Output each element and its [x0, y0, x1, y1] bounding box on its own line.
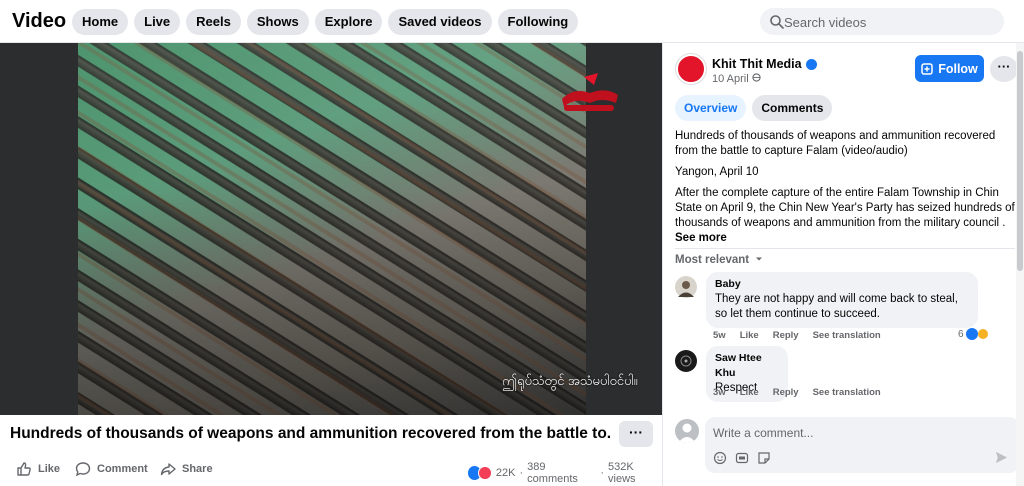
nav-shows[interactable]: Shows [246, 9, 309, 35]
post-more-button[interactable]: ··· [990, 56, 1018, 82]
see-more-link[interactable]: See more [675, 232, 727, 244]
like-label: Like [38, 463, 61, 475]
share-label: Share [182, 463, 213, 475]
gif-icon[interactable] [735, 451, 749, 465]
thumbs-up-icon [17, 462, 31, 476]
search-placeholder: Search videos [784, 15, 867, 30]
channel-watermark-logo [554, 69, 626, 117]
comment-reply-button[interactable]: Reply [773, 330, 799, 341]
comment-age[interactable]: 3w [713, 387, 726, 398]
comment-like-button[interactable]: Like [740, 330, 759, 341]
video-player[interactable]: ဤရုပ်သံတွင် အသံမပါဝင်ပါ။ [0, 43, 662, 415]
commenter-avatar[interactable] [675, 350, 697, 372]
comment-placeholder: Write a comment... [713, 426, 814, 440]
comment-tools [713, 451, 771, 465]
comment-reply-button[interactable]: Reply [773, 387, 799, 398]
sort-label: Most relevant [675, 254, 750, 266]
globe-icon [752, 73, 761, 85]
description-headline: Hundreds of thousands of weapons and amm… [675, 130, 996, 157]
nav-following[interactable]: Following [497, 9, 579, 35]
description-dateline: Yangon, April 10 [675, 166, 759, 178]
comment-label: Comment [97, 463, 148, 475]
post-panel: Khit Thit Media 10 April Follow ··· Over… [662, 43, 1024, 486]
post-date[interactable]: 10 April [712, 73, 749, 85]
commenter-name[interactable]: Saw Htee Khu [715, 351, 779, 381]
comment-meta: 3w Like Reply See translation [713, 387, 881, 398]
haha-reaction-icon [976, 328, 989, 340]
tab-overview[interactable]: Overview [675, 95, 747, 121]
comment-meta: 5w Like Reply See translation [713, 330, 881, 341]
comment-like-button[interactable]: Like [740, 387, 759, 398]
post-description: Hundreds of thousands of weapons and amm… [675, 129, 1015, 246]
video-caption-watermark: ဤရုပ်သံတွင် အသံမပါဝင်ပါ။ [502, 373, 638, 388]
post-date-row: 10 April [712, 73, 761, 85]
views-count: 532K views [608, 461, 636, 485]
comment-input[interactable]: Write a comment... [705, 417, 1019, 473]
comment-age[interactable]: 5w [713, 330, 726, 341]
like-reaction-icon [965, 328, 978, 340]
scrollbar-thumb[interactable] [1017, 51, 1023, 271]
nav-reels[interactable]: Reels [186, 9, 241, 35]
commenter-name[interactable]: Baby [715, 277, 969, 292]
love-reaction-icon [478, 466, 492, 480]
see-translation-link[interactable]: See translation [813, 330, 881, 341]
comment-bubble: Baby They are not happy and will come ba… [706, 272, 978, 328]
page-avatar[interactable] [676, 54, 706, 84]
share-icon [160, 463, 176, 476]
sticker-icon[interactable] [757, 451, 771, 465]
comment-icon [75, 462, 91, 477]
video-actions: Like Comment Share 22K · 389 comments · … [0, 455, 662, 486]
verified-badge-icon [805, 58, 817, 70]
chevron-down-icon [755, 254, 763, 266]
reaction-summary[interactable]: 22K · 389 comments · 532K views [468, 461, 662, 485]
divider [675, 248, 1015, 249]
separator: · [600, 467, 605, 479]
nav-saved-videos[interactable]: Saved videos [388, 9, 492, 35]
search-icon [770, 15, 784, 29]
page-name[interactable]: Khit Thit Media [712, 57, 802, 71]
share-button[interactable]: Share [160, 461, 213, 477]
nav-home[interactable]: Home [72, 9, 129, 35]
separator: · [519, 467, 524, 479]
description-body: After the complete capture of the entire… [675, 187, 1015, 229]
comment-sort-dropdown[interactable]: Most relevant [675, 254, 763, 266]
like-button[interactable]: Like [16, 461, 60, 477]
comment-reaction-count: 6 [958, 328, 964, 340]
follow-page-icon [921, 62, 933, 75]
video-title: Hundreds of thousands of weapons and amm… [10, 425, 610, 442]
page-title: Video [12, 10, 67, 32]
commenter-avatar[interactable] [675, 276, 697, 298]
my-avatar [675, 419, 699, 443]
reactions-count: 22K [495, 467, 516, 479]
video-frame[interactable] [78, 43, 586, 415]
panel-scrollbar[interactable] [1016, 43, 1024, 486]
follow-button[interactable]: Follow [915, 55, 984, 82]
send-icon[interactable] [994, 450, 1009, 465]
comment-reactions[interactable]: 6 [958, 328, 989, 340]
comments-count[interactable]: 389 comments [527, 461, 596, 485]
emoji-icon[interactable] [713, 451, 727, 465]
top-bar: Video Home Live Reels Shows Explore Save… [0, 0, 1024, 43]
comment-text: They are not happy and will come back to… [715, 293, 958, 320]
see-translation-link[interactable]: See translation [813, 387, 881, 398]
nav-live[interactable]: Live [134, 9, 181, 35]
tab-comments[interactable]: Comments [752, 95, 833, 121]
comment-button[interactable]: Comment [75, 461, 148, 477]
video-nav: Home Live Reels Shows Explore Saved vide… [72, 9, 579, 35]
page-name-row: Khit Thit Media [712, 57, 817, 71]
nav-explore[interactable]: Explore [314, 9, 383, 35]
follow-label: Follow [938, 61, 978, 76]
search-input[interactable]: Search videos [760, 8, 1004, 35]
post-tabs: Overview Comments [675, 95, 833, 121]
video-more-button[interactable]: ··· [619, 421, 653, 447]
